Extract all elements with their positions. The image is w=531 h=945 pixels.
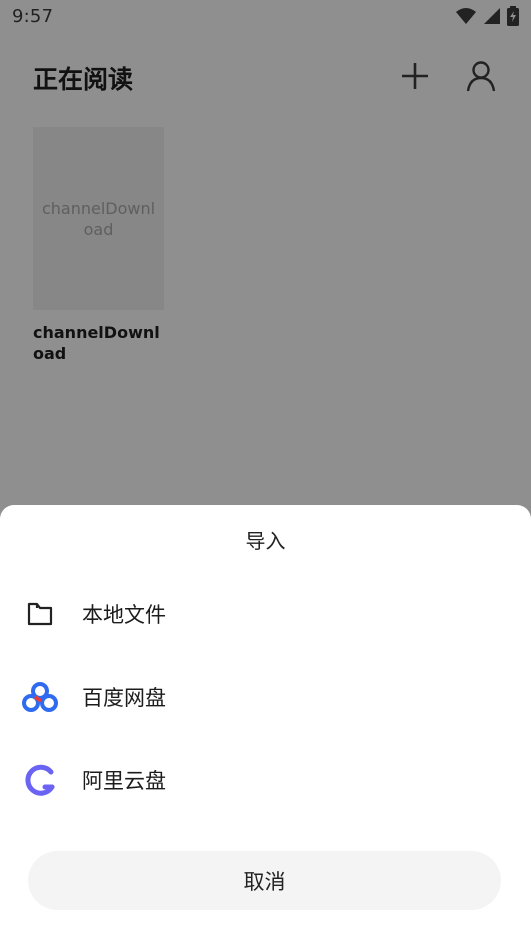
page-title: 正在阅读 [33, 65, 134, 94]
status-icons [455, 6, 519, 26]
option-label: 阿里云盘 [82, 769, 166, 793]
sheet-title: 导入 [245, 529, 286, 553]
signal-icon [484, 8, 500, 24]
baidu-netdisk-icon [22, 679, 58, 715]
app-header: 正在阅读 [0, 44, 531, 108]
import-aliyun-drive-option[interactable]: 阿里云盘 [0, 745, 531, 815]
folder-icon [22, 596, 58, 632]
import-baidu-netdisk-option[interactable]: 百度网盘 [0, 662, 531, 732]
status-time: 9:57 [12, 5, 54, 27]
cancel-button[interactable]: 取消 [28, 851, 501, 910]
aliyun-drive-icon [22, 762, 58, 798]
status-bar: 9:57 [0, 0, 531, 32]
wifi-icon [456, 8, 476, 24]
battery-icon [507, 6, 519, 26]
add-button[interactable] [395, 56, 435, 96]
import-local-file-option[interactable]: 本地文件 [0, 579, 531, 649]
plus-icon [402, 63, 428, 89]
user-icon [466, 61, 496, 92]
book-item[interactable]: channelDownload channelDownload [33, 127, 164, 364]
profile-button[interactable] [461, 56, 501, 96]
book-title: channelDownload [33, 323, 160, 363]
import-bottom-sheet: 导入 本地文件 百度网盘 阿里云盘 取消 [0, 505, 531, 945]
option-label: 百度网盘 [82, 686, 166, 710]
book-cover: channelDownload [33, 127, 164, 310]
option-label: 本地文件 [82, 603, 166, 627]
